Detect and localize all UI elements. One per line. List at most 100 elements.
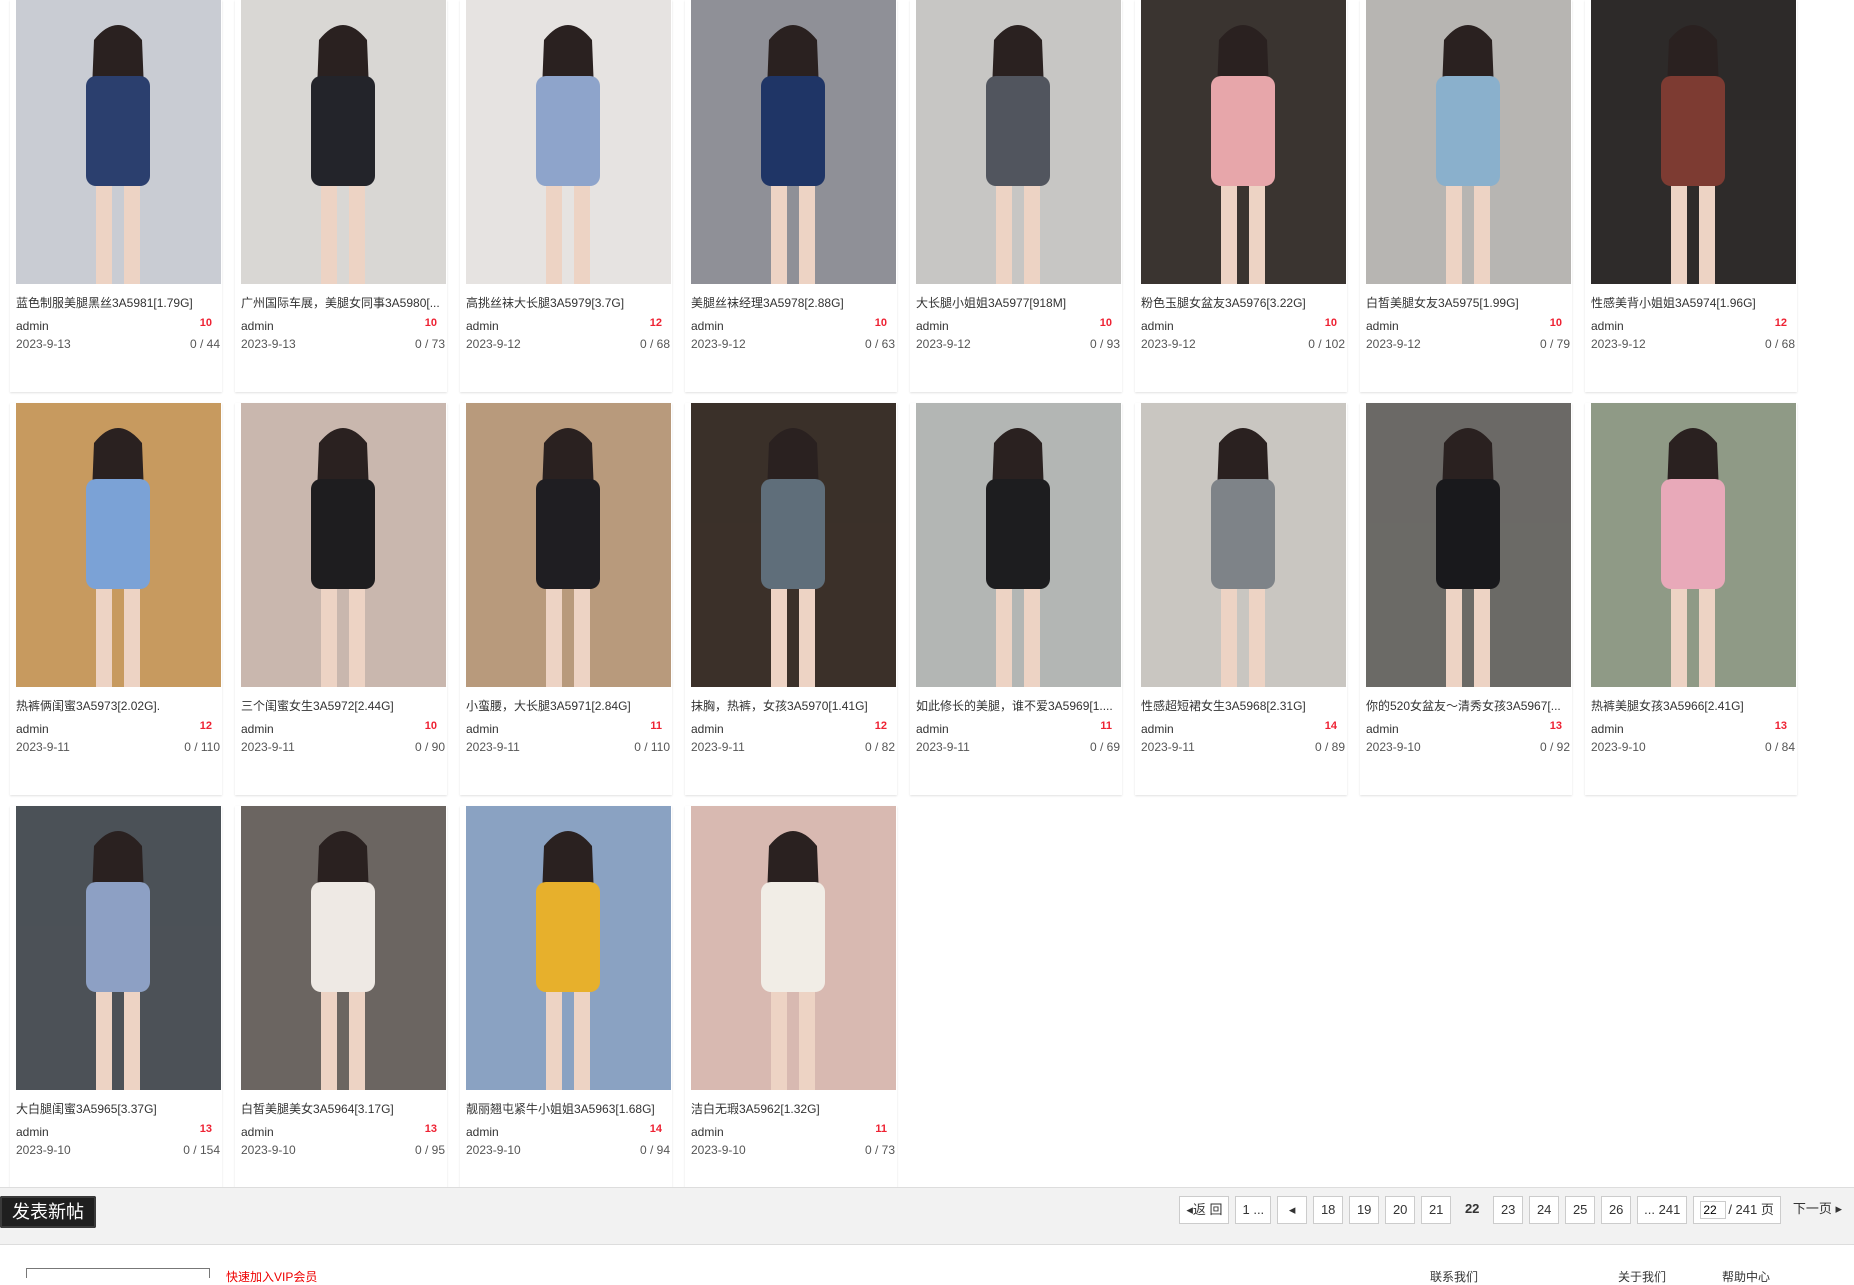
image-count-badge: 13 <box>424 1123 437 1135</box>
thumbnail-image[interactable] <box>1366 0 1571 284</box>
thumbnail-image[interactable] <box>16 0 221 284</box>
thread-card[interactable]: 蓝色制服美腿黑丝3A5981[1.79G] admin 2023-9-13 10 0 /… <box>10 0 222 392</box>
thread-author[interactable]: admin <box>1366 319 1399 333</box>
thread-date: 2023-9-13 <box>241 337 296 351</box>
next-page-button[interactable]: 下一页 ▸ <box>1787 1196 1848 1224</box>
thread-title[interactable]: 性感美背小姐姐3A5974[1.96G] <box>1591 294 1796 311</box>
page-21[interactable]: 21 <box>1421 1196 1452 1224</box>
thread-card[interactable]: 洁白无瑕3A5962[1.32G] admin 2023-9-10 11 0 / 73 <box>685 806 897 1198</box>
thread-title[interactable]: 白皙美腿女友3A5975[1.99G] <box>1366 294 1571 311</box>
thread-card[interactable]: 白皙美腿女友3A5975[1.99G] admin 2023-9-12 10 0 / 7… <box>1360 0 1572 392</box>
thread-card[interactable]: 三个闺蜜女生3A5972[2.44G] admin 2023-9-11 10 0 / 9… <box>235 403 447 795</box>
page-last[interactable]: ... 241 <box>1637 1196 1688 1224</box>
thread-card[interactable]: 性感超短裙女生3A5968[2.31G] admin 2023-9-11 14 0 / … <box>1135 403 1347 795</box>
thread-card[interactable]: 白皙美腿美女3A5964[3.17G] admin 2023-9-10 13 0 / 9… <box>235 806 447 1198</box>
thread-card[interactable]: 如此修长的美腿，谁不爱3A5969[1.... admin 2023-9-11 11 0… <box>910 403 1122 795</box>
thread-author[interactable]: admin <box>16 1125 49 1139</box>
thread-author[interactable]: admin <box>466 722 499 736</box>
thread-card[interactable]: 高挑丝袜大长腿3A5979[3.7G] admin 2023-9-12 12 0 / 6… <box>460 0 672 392</box>
thread-author[interactable]: admin <box>16 722 49 736</box>
thread-author[interactable]: admin <box>691 722 724 736</box>
page-18[interactable]: 18 <box>1313 1196 1344 1224</box>
thread-author[interactable]: admin <box>241 1125 274 1139</box>
thumbnail-image[interactable] <box>916 403 1121 687</box>
page-26[interactable]: 26 <box>1601 1196 1632 1224</box>
thread-card[interactable]: 大白腿闺蜜3A5965[3.37G] admin 2023-9-10 13 0 / 15… <box>10 806 222 1198</box>
page-19[interactable]: 19 <box>1349 1196 1380 1224</box>
thread-author[interactable]: admin <box>466 1125 499 1139</box>
thread-title[interactable]: 热裤俩闺蜜3A5973[2.02G]. <box>16 697 221 714</box>
thread-author[interactable]: admin <box>1591 722 1624 736</box>
thread-title[interactable]: 你的520女盆友～清秀女孩3A5967[... <box>1366 697 1571 714</box>
thread-author[interactable]: admin <box>16 319 49 333</box>
image-count-badge: 10 <box>199 317 212 329</box>
thread-title[interactable]: 如此修长的美腿，谁不爱3A5969[1.... <box>916 697 1121 714</box>
page-25[interactable]: 25 <box>1565 1196 1596 1224</box>
reply-view-count: 0 / 84 <box>1764 740 1795 754</box>
thumbnail-image[interactable] <box>691 806 896 1090</box>
thumbnail-image[interactable] <box>466 0 671 284</box>
thread-title[interactable]: 三个闺蜜女生3A5972[2.44G] <box>241 697 446 714</box>
thread-author[interactable]: admin <box>1141 319 1174 333</box>
thread-author[interactable]: admin <box>1591 319 1624 333</box>
thumbnail-image[interactable] <box>1366 403 1571 687</box>
thread-author[interactable]: admin <box>916 319 949 333</box>
thumbnail-image[interactable] <box>241 403 446 687</box>
thread-author[interactable]: admin <box>691 1125 724 1139</box>
thread-title[interactable]: 大长腿小姐姐3A5977[918M] <box>916 294 1121 311</box>
thread-author[interactable]: admin <box>1141 722 1174 736</box>
page-20[interactable]: 20 <box>1385 1196 1416 1224</box>
page-23[interactable]: 23 <box>1493 1196 1524 1224</box>
thread-author[interactable]: admin <box>916 722 949 736</box>
thread-title[interactable]: 靓丽翘屯紧牛小姐姐3A5963[1.68G] <box>466 1100 671 1117</box>
page-24[interactable]: 24 <box>1529 1196 1560 1224</box>
new-post-button[interactable]: 发表新帖 <box>0 1196 96 1228</box>
thumbnail-image[interactable] <box>16 806 221 1090</box>
thumbnail-image[interactable] <box>691 403 896 687</box>
thread-title[interactable]: 大白腿闺蜜3A5965[3.37G] <box>16 1100 221 1117</box>
thread-title[interactable]: 蓝色制服美腿黑丝3A5981[1.79G] <box>16 294 221 311</box>
thread-title[interactable]: 抹胸，热裤，女孩3A5970[1.41G] <box>691 697 896 714</box>
thread-title[interactable]: 洁白无瑕3A5962[1.32G] <box>691 1100 896 1117</box>
thread-title[interactable]: 白皙美腿美女3A5964[3.17G] <box>241 1100 446 1117</box>
page-jump-input[interactable] <box>1700 1201 1727 1219</box>
thread-author[interactable]: admin <box>241 722 274 736</box>
prev-page-button[interactable]: ◂ <box>1277 1196 1308 1224</box>
thread-card[interactable]: 广州国际车展，美腿女同事3A5980[... admin 2023-9-13 10 0 … <box>235 0 447 392</box>
thread-title[interactable]: 广州国际车展，美腿女同事3A5980[... <box>241 294 446 311</box>
thread-title[interactable]: 粉色玉腿女盆友3A5976[3.22G] <box>1141 294 1346 311</box>
thumbnail-image[interactable] <box>1141 403 1346 687</box>
back-button[interactable]: ◂返 回 <box>1179 1196 1230 1224</box>
thread-author[interactable]: admin <box>691 319 724 333</box>
thumbnail-image[interactable] <box>691 0 896 284</box>
thumbnail-image[interactable] <box>466 403 671 687</box>
thumbnail-image[interactable] <box>916 0 1121 284</box>
thread-card[interactable]: 靓丽翘屯紧牛小姐姐3A5963[1.68G] admin 2023-9-10 14 0 … <box>460 806 672 1198</box>
thread-title[interactable]: 性感超短裙女生3A5968[2.31G] <box>1141 697 1346 714</box>
thread-author[interactable]: admin <box>466 319 499 333</box>
thumbnail-image[interactable] <box>241 806 446 1090</box>
thumbnail-image[interactable] <box>1591 0 1796 284</box>
thread-title[interactable]: 小蛮腰，大长腿3A5971[2.84G] <box>466 697 671 714</box>
thread-card[interactable]: 热裤美腿女孩3A5966[2.41G] admin 2023-9-10 13 0 / 8… <box>1585 403 1797 795</box>
thumbnail-image[interactable] <box>466 806 671 1090</box>
page-first[interactable]: 1 ... <box>1235 1196 1272 1224</box>
thread-card[interactable]: 粉色玉腿女盆友3A5976[3.22G] admin 2023-9-12 10 0 / … <box>1135 0 1347 392</box>
thread-date: 2023-9-11 <box>916 740 970 754</box>
thread-card[interactable]: 大长腿小姐姐3A5977[918M] admin 2023-9-12 10 0 / 93 <box>910 0 1122 392</box>
thread-author[interactable]: admin <box>241 319 274 333</box>
thread-title[interactable]: 高挑丝袜大长腿3A5979[3.7G] <box>466 294 671 311</box>
thread-card[interactable]: 你的520女盆友～清秀女孩3A5967[... admin 2023-9-10 13 0… <box>1360 403 1572 795</box>
thread-card[interactable]: 热裤俩闺蜜3A5973[2.02G]. admin 2023-9-11 12 0 / 1… <box>10 403 222 795</box>
thread-author[interactable]: admin <box>1366 722 1399 736</box>
thumbnail-image[interactable] <box>241 0 446 284</box>
thread-card[interactable]: 美腿丝袜经理3A5978[2.88G] admin 2023-9-12 10 0 / 6… <box>685 0 897 392</box>
thread-title[interactable]: 热裤美腿女孩3A5966[2.41G] <box>1591 697 1796 714</box>
thread-card[interactable]: 小蛮腰，大长腿3A5971[2.84G] admin 2023-9-11 11 0 / … <box>460 403 672 795</box>
thread-title[interactable]: 美腿丝袜经理3A5978[2.88G] <box>691 294 896 311</box>
thumbnail-image[interactable] <box>1141 0 1346 284</box>
thumbnail-image[interactable] <box>16 403 221 687</box>
thumbnail-image[interactable] <box>1591 403 1796 687</box>
thread-card[interactable]: 性感美背小姐姐3A5974[1.96G] admin 2023-9-12 12 0 / … <box>1585 0 1797 392</box>
thread-card[interactable]: 抹胸，热裤，女孩3A5970[1.41G] admin 2023-9-11 12 0 /… <box>685 403 897 795</box>
